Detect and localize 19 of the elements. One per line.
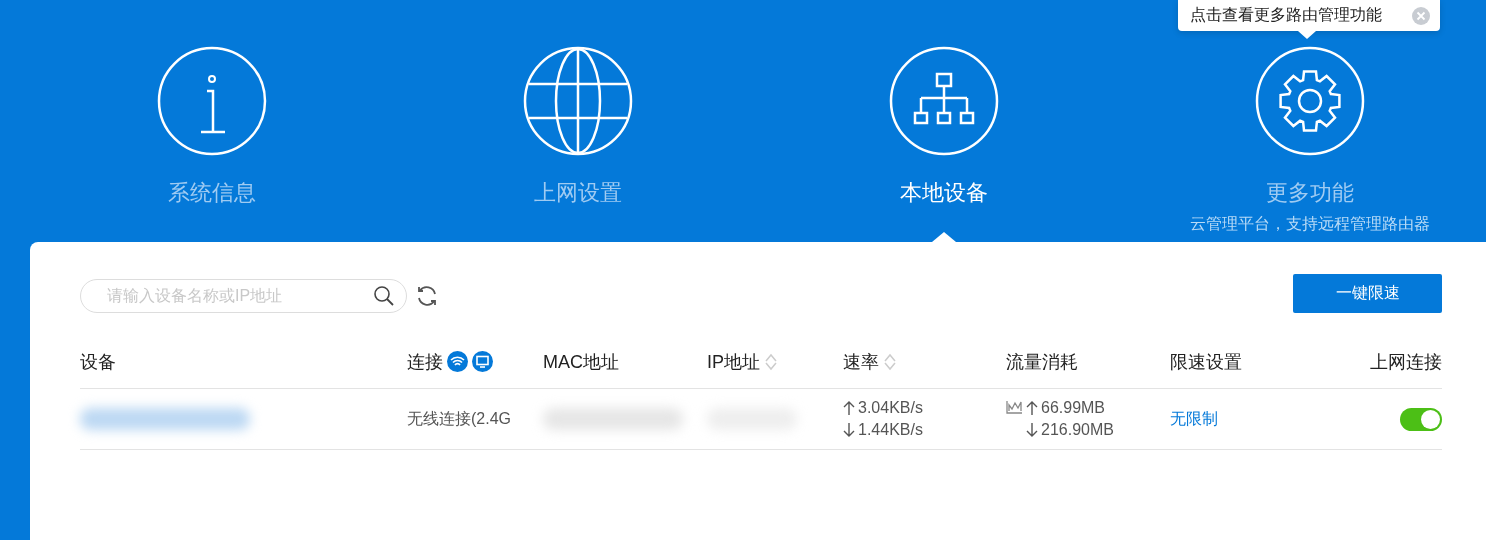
column-header: 限速设置 [1170, 350, 1242, 374]
column-header: 连接 [407, 350, 443, 374]
nav-label: 系统信息 [168, 179, 256, 207]
connection-type: 无线连接(2.4G [407, 408, 511, 429]
column-header: 设备 [80, 350, 116, 374]
upload-traffic: 66.99MB [1041, 399, 1106, 417]
download-traffic: 216.90MB [1041, 421, 1114, 439]
column-header: 流量消耗 [1006, 350, 1078, 374]
column-header: 速率 [843, 350, 879, 374]
column-header: IP地址 [707, 350, 760, 374]
nav-sublabel: 云管理平台，支持远程管理路由器 [1190, 214, 1430, 234]
column-header: MAC地址 [543, 350, 619, 374]
upload-speed: 3.04KB/s [858, 399, 923, 417]
tooltip-text: 点击查看更多路由管理功能 [1190, 5, 1382, 25]
download-speed: 1.44KB/s [858, 421, 923, 439]
nav-label: 本地设备 [900, 179, 988, 207]
column-header: 上网连接 [1370, 350, 1442, 374]
nav-label: 上网设置 [534, 179, 622, 207]
nav-label: 更多功能 [1266, 179, 1354, 207]
